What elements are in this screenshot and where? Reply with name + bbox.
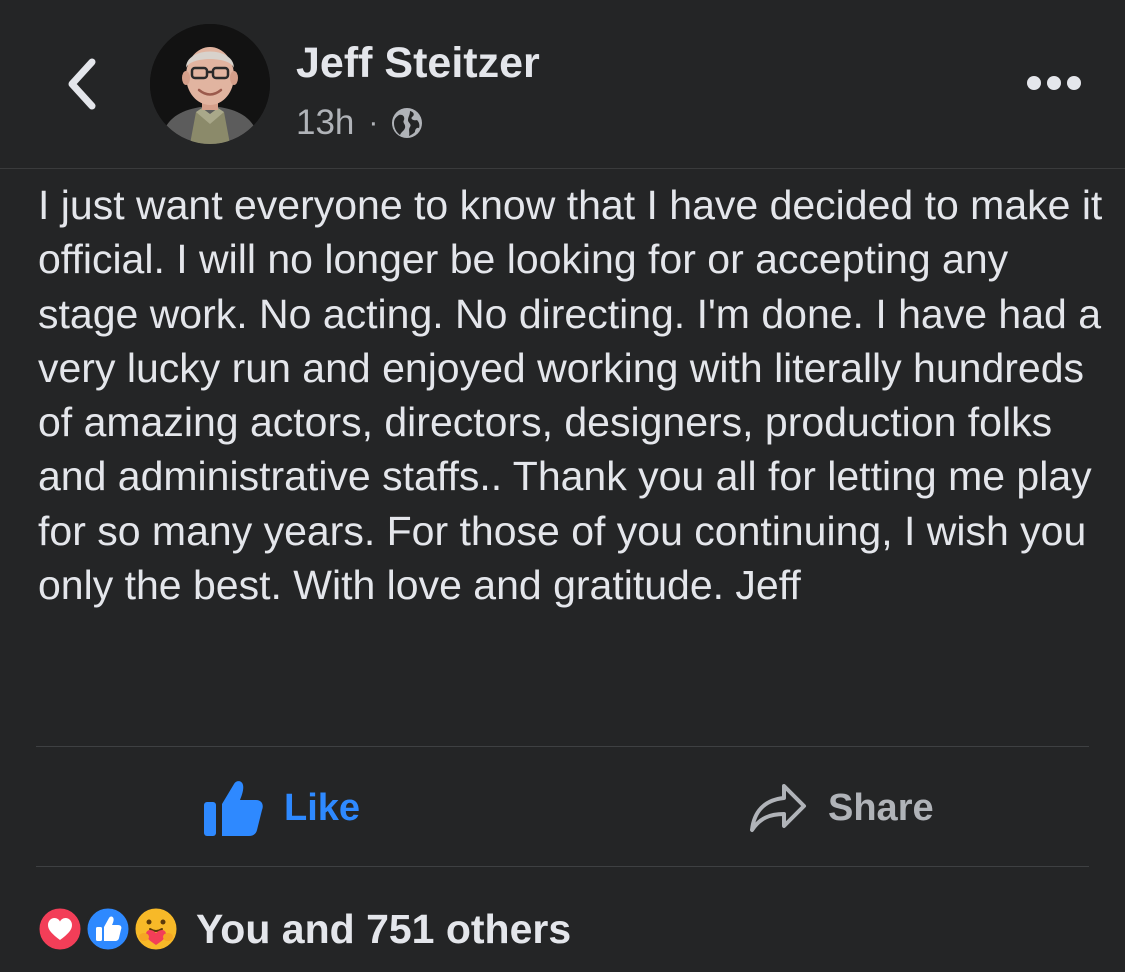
thumbs-up-icon [204,781,263,836]
love-icon [36,905,84,953]
reaction-count-text[interactable]: You and 751 others [196,906,571,953]
post-meta: 13h · [296,100,424,146]
chevron-left-icon [68,58,96,110]
like-label: Like [284,786,361,829]
reactions-summary[interactable]: You and 751 others [36,900,571,958]
author-avatar[interactable] [150,24,270,144]
care-icon [132,905,180,953]
back-button[interactable] [58,52,110,116]
reaction-icons [36,903,186,955]
post-header: Jeff Steitzer 13h · [0,0,1125,169]
avatar-image [150,24,270,144]
like-button[interactable]: Like [202,770,360,846]
more-options-icon [1027,76,1081,90]
share-button[interactable]: Share [748,770,934,846]
actions-top-divider [36,746,1089,747]
post-text: I just want everyone to know that I have… [38,182,1103,609]
globe-icon[interactable] [390,106,424,140]
meta-separator: · [368,106,379,139]
author-name[interactable]: Jeff Steitzer [296,38,540,88]
like-icon [84,905,132,953]
actions-bottom-divider [36,866,1089,867]
share-label: Share [828,786,934,829]
post-timestamp[interactable]: 13h [296,103,354,143]
share-arrow-icon [750,784,806,832]
more-options-button[interactable] [1024,68,1084,98]
